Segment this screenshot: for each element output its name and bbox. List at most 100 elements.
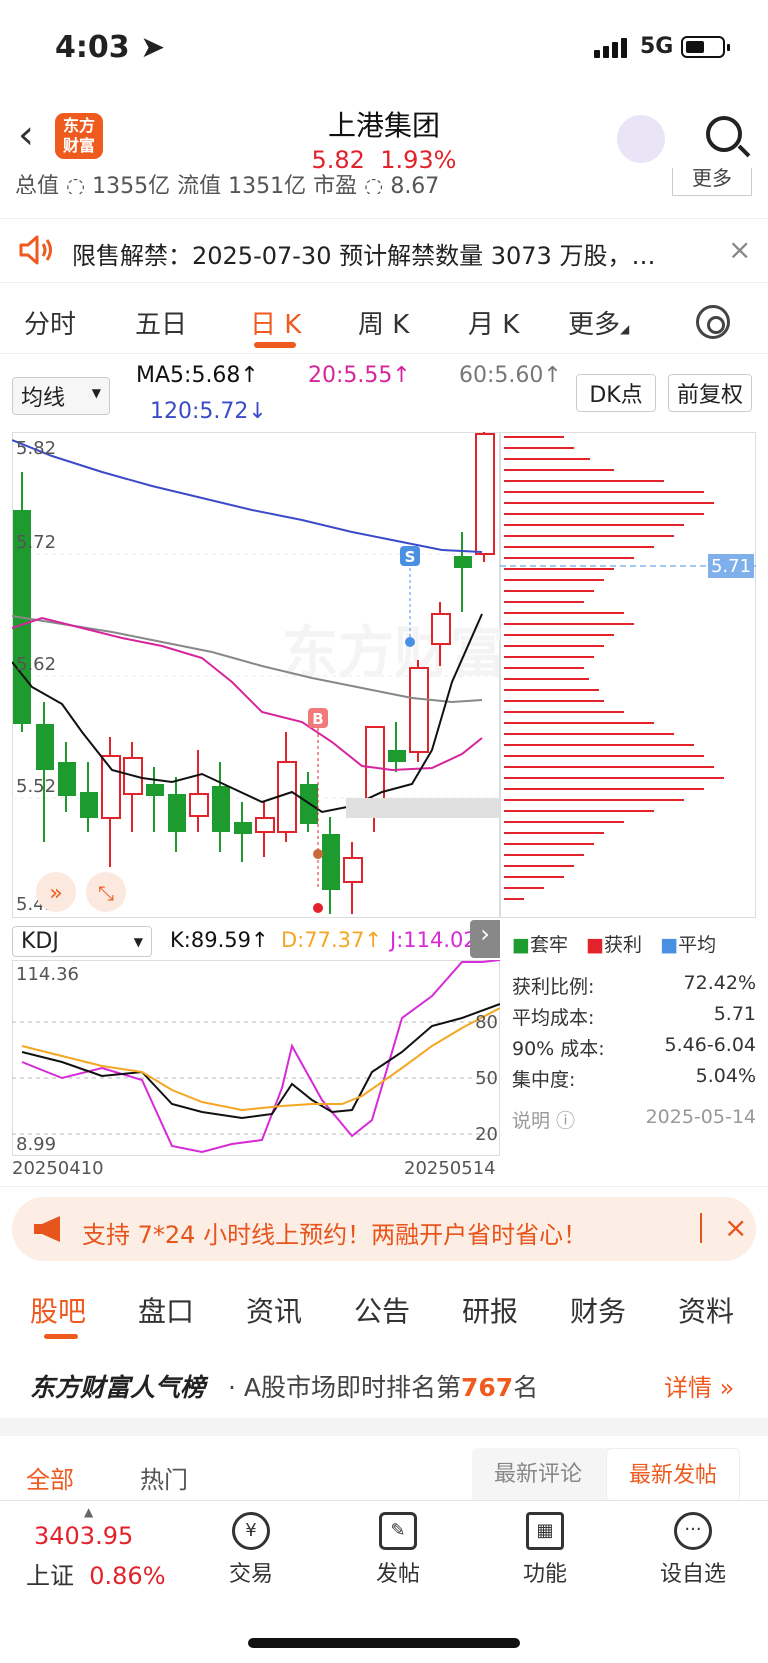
tab-finance[interactable]: 财务 (570, 1290, 626, 1330)
tab-research[interactable]: 研报 (462, 1290, 518, 1330)
chip-bar (504, 843, 594, 845)
section-separator (0, 1418, 768, 1436)
promo-text: 支持 7*24 小时线上预约！两融开户省时省心！ (82, 1221, 588, 1249)
chip-bar (504, 645, 604, 647)
chip-bar (504, 568, 614, 570)
y-label-top: 5.82 (16, 438, 56, 459)
chip-distribution: 5.71 (500, 432, 756, 918)
kdj-select[interactable]: KDJ ▼ (12, 926, 152, 957)
close-icon[interactable]: × (724, 1211, 747, 1244)
chip-bar (504, 491, 704, 493)
chip-bar (504, 480, 664, 482)
close-icon[interactable]: × (728, 233, 751, 266)
chip-bar (504, 733, 674, 735)
kdj-level-80: 80 (475, 1012, 498, 1033)
tab-profile[interactable]: 资料 (678, 1290, 734, 1330)
chip-bar (504, 711, 624, 713)
chip-bar (504, 579, 604, 581)
chip-bar (504, 689, 599, 691)
chip-bar (504, 854, 584, 856)
kdj-level-50: 50 (475, 1068, 498, 1089)
tab-pankou[interactable]: 盘口 (138, 1290, 194, 1330)
chip-bar (504, 821, 624, 823)
ma5-label: MA5:5.68↑ (136, 363, 259, 388)
indicator-select[interactable]: 均线 ▼ (12, 377, 110, 415)
active-tab-underline (44, 1334, 78, 1339)
chip-bar (504, 898, 524, 900)
megaphone-icon (34, 1216, 60, 1242)
chip-bar (504, 887, 544, 889)
network-label: 5G (640, 34, 674, 59)
tab-guba[interactable]: 股吧 (30, 1290, 86, 1330)
chip-bar (504, 590, 594, 592)
footer-trade[interactable]: ¥ 交易 (206, 1512, 296, 1588)
chip-bar (504, 502, 714, 504)
chip-bar (504, 513, 704, 515)
search-icon[interactable] (706, 116, 742, 152)
adjust-button[interactable]: 前复权 (668, 374, 752, 412)
tab-more[interactable]: 更多◢ (568, 304, 629, 341)
tab-monthly-k[interactable]: 月 K (468, 304, 519, 341)
candlestick-chart[interactable]: 东方财富 B S 5.82 5.72 5.62 5.52 5.42 » ⤡ (12, 432, 500, 918)
more-dots-icon: ··· (674, 1512, 712, 1550)
rank-detail-link[interactable]: 详情 » (664, 1368, 734, 1403)
speaker-icon (19, 235, 52, 265)
tab-intraday[interactable]: 分时 (24, 304, 76, 341)
post-tab-hot[interactable]: 热门 (140, 1460, 188, 1495)
rank-brand: 东方财富人气榜 (30, 1373, 206, 1402)
robot-assistant-icon[interactable] (617, 115, 665, 163)
dk-point-button[interactable]: DK点 (576, 374, 656, 412)
index-line[interactable]: 上证 0.86% (26, 1556, 166, 1591)
tab-weekly-k[interactable]: 周 K (358, 304, 409, 341)
collapse-panel-button[interactable]: › (470, 920, 500, 958)
unlock-notice[interactable]: 限售解禁：2025-07-30 预计解禁数量 3073 万股，… × (0, 218, 768, 283)
chip-legend: ■套牢 ■获利 ■平均 (512, 934, 717, 956)
index-value[interactable]: 3403.95 (34, 1522, 133, 1550)
post-tab-all[interactable]: 全部 (26, 1460, 74, 1495)
chip-bar (504, 436, 564, 438)
period-tabs: 分时 五日 日 K 周 K 月 K 更多◢ (0, 290, 768, 354)
edit-icon: ✎ (379, 1512, 417, 1550)
chip-bar (504, 788, 704, 790)
kdj-d-label: D:77.37↑ (281, 928, 382, 952)
sort-latest-comment[interactable]: 最新评论 (472, 1448, 604, 1502)
footer-function[interactable]: ▦ 功能 (500, 1512, 590, 1588)
settings-icon[interactable] (696, 305, 730, 339)
trade-yen-icon: ¥ (232, 1512, 270, 1550)
more-quote-button[interactable]: 更多 (672, 168, 752, 196)
kdj-j-label: J:114.02 (390, 928, 477, 952)
tab-announcement[interactable]: 公告 (354, 1290, 410, 1330)
signal-icon (594, 38, 630, 58)
index-change: 0.86% (89, 1562, 166, 1590)
chip-bar (504, 766, 714, 768)
chip-note-row[interactable]: 说明 ⓘ 2025-05-14 (512, 1106, 756, 1133)
footer-watchlist[interactable]: ··· 设自选 (648, 1512, 738, 1588)
chip-bar (504, 678, 589, 680)
kdj-chart: 114.36 8.99 80 50 20 (12, 960, 500, 1156)
chip-bar (504, 601, 584, 603)
cost-band (346, 798, 500, 818)
tab-news[interactable]: 资讯 (246, 1290, 302, 1330)
promo-banner[interactable]: 支持 7*24 小时线上预约！两融开户省时省心！ × (12, 1197, 756, 1261)
chip-bar (504, 524, 684, 526)
sort-latest-post[interactable]: 最新发帖 (606, 1448, 740, 1502)
chip-stat-90-cost: 90% 成本: 5.46-6.04 (512, 1034, 756, 1060)
tab-daily-k[interactable]: 日 K (250, 304, 301, 341)
double-chevron-icon: » (49, 881, 62, 906)
rank-number: 767 (461, 1373, 514, 1402)
chip-bar (504, 700, 604, 702)
footer-post[interactable]: ✎ 发帖 (353, 1512, 443, 1588)
kdj-y-top: 114.36 (16, 964, 79, 985)
chip-bar (504, 865, 574, 867)
chip-bar (504, 832, 604, 834)
status-time: 4:03 ➤ (55, 30, 166, 65)
popularity-rank-row[interactable]: 东方财富人气榜 · A股市场即时排名第767名 详情 » (0, 1352, 768, 1418)
active-tab-underline (254, 342, 296, 348)
avg-cost-tag-text: 5.71 (711, 556, 751, 577)
chip-bar (504, 612, 624, 614)
chip-bar (504, 777, 724, 779)
chip-bar (504, 656, 594, 658)
tab-five-day[interactable]: 五日 (135, 304, 187, 341)
caret-up-icon: ▲ (84, 1505, 94, 1519)
expand-arrows-icon: ⤡ (98, 881, 114, 905)
